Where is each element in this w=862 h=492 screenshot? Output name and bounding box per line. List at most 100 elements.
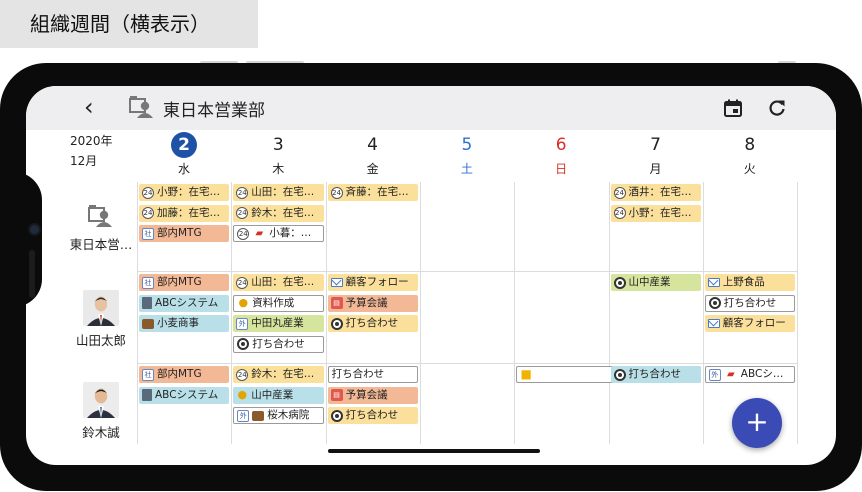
external-icon: 外	[708, 368, 721, 381]
weekday-label: 日	[555, 162, 568, 176]
clock-icon: 24	[236, 186, 249, 199]
calendar-event[interactable]: 24 酒井：在宅…	[610, 184, 701, 201]
chevron-left-icon[interactable]: ‹	[84, 95, 110, 121]
clock-icon: 24	[236, 276, 249, 289]
day-number: 3	[272, 135, 284, 155]
row-header-user[interactable]: 山田太郎	[56, 290, 146, 349]
clock-icon: 24	[613, 207, 626, 219]
event-title: 打ち合わせ	[628, 368, 682, 380]
calendar-event[interactable]: 小麦商事	[139, 315, 230, 332]
external-icon: 外	[236, 317, 249, 330]
event-title: 打ち合わせ	[331, 368, 385, 380]
home-indicator	[328, 449, 540, 453]
event-title: 打ち合わせ	[345, 317, 399, 329]
calendar-event[interactable]: 外 桜木病院	[233, 407, 324, 424]
meeting-icon: 社	[142, 368, 154, 381]
calendar-event[interactable]: 社部内MTG	[139, 225, 230, 242]
calendar-event[interactable]: 打ち合わせ	[704, 294, 796, 312]
calendar-event[interactable]: 24 山田：在宅…	[233, 274, 324, 291]
day-number: 6	[555, 135, 567, 155]
calendar-event[interactable]: 24 小野：在宅…	[139, 184, 230, 201]
calendar-event[interactable]: 打ち合わせ	[327, 315, 418, 332]
page-caption: 組織週間（横表示）	[0, 0, 258, 48]
day-header[interactable]: 6日	[514, 132, 608, 177]
calendar-event[interactable]: ● 山中産業	[233, 386, 324, 404]
event-title: 顧客フォロー	[722, 317, 786, 329]
row-name: 東日本営…	[69, 237, 133, 252]
row-header-department[interactable]: 東日本営…	[56, 202, 146, 253]
year-label: 2020年	[70, 134, 113, 148]
clock-icon: 24	[330, 186, 343, 199]
grid-divider	[137, 271, 798, 272]
event-title: 山中産業	[251, 388, 294, 401]
calendar-event[interactable]: 社部内MTG	[139, 366, 230, 383]
day-header[interactable]: 4金	[326, 132, 420, 177]
calendar-event[interactable]: 打ち合わせ	[327, 366, 418, 383]
event-title: 山中産業	[628, 276, 671, 288]
day-header[interactable]: 7月	[609, 132, 703, 177]
mail-icon	[707, 319, 720, 328]
calendar-event[interactable]: 顧客フォロー	[704, 315, 796, 332]
day-header[interactable]: 2水	[137, 132, 231, 177]
weekday-label: 金	[366, 162, 379, 176]
calendar-event[interactable]: 24 鈴木：在宅…	[233, 366, 324, 383]
calendar-event[interactable]: 24 ▰ 小暮：…	[233, 225, 324, 242]
calendar-event[interactable]: 24 斉藤：在宅…	[327, 184, 418, 201]
target-icon	[708, 297, 721, 309]
day-header[interactable]: 5土	[420, 132, 514, 177]
add-button[interactable]: +	[732, 398, 782, 448]
grid-divider	[608, 182, 610, 444]
target-icon	[330, 409, 343, 422]
refresh-icon[interactable]	[767, 98, 787, 122]
calendar-icon[interactable]	[723, 98, 743, 122]
event-title: 小暮：…	[269, 227, 312, 239]
calendar-event[interactable]: 24 山田：在宅…	[233, 184, 324, 201]
calendar-event[interactable]: ABCシステム	[139, 294, 230, 312]
calendar-event[interactable]: 上野食品	[704, 274, 796, 291]
external-icon: 外	[237, 409, 250, 422]
day-number: 8	[744, 135, 756, 155]
row-header-user[interactable]: 鈴木誠	[56, 382, 146, 441]
day-header[interactable]: 3木	[231, 132, 325, 177]
calendar-event[interactable]: 外 ▰ ABCシ…	[704, 366, 796, 383]
calendar-event[interactable]: 社部内MTG	[139, 274, 230, 291]
calendar-event[interactable]: 打ち合わせ	[610, 366, 701, 383]
event-title: 鈴木：在宅…	[251, 368, 315, 380]
grid-divider	[137, 363, 798, 364]
calendar-event[interactable]: ▤ 予算会議	[327, 294, 418, 312]
grid-divider	[702, 182, 704, 444]
event-title: 部内MTG	[157, 227, 202, 239]
calendar-event[interactable]: 24 加藤：在宅…	[139, 204, 230, 222]
row-name: 山田太郎	[75, 333, 126, 348]
calendar-event[interactable]: ▤ 予算会議	[327, 386, 418, 404]
target-icon	[330, 317, 343, 330]
calendar-small-icon: ▤	[330, 389, 343, 401]
event-title: 中田丸産業	[251, 317, 304, 329]
event-title: 鈴木：在宅…	[251, 206, 315, 219]
lightbulb-icon: ●	[238, 296, 249, 309]
month-label: 12月	[70, 154, 98, 168]
calendar-event[interactable]: 打ち合わせ	[233, 335, 324, 353]
clock-icon: 24	[142, 207, 154, 219]
avatar	[83, 290, 119, 326]
event-title: 顧客フォロー	[345, 276, 409, 288]
calendar-event[interactable]: ● 資料作成	[233, 294, 324, 312]
plus-icon: +	[745, 405, 769, 438]
mail-icon	[330, 278, 343, 287]
calendar-event[interactable]: 24 小野：在宅…	[610, 204, 701, 222]
lock-icon: ■	[520, 366, 532, 381]
document-icon	[142, 297, 152, 309]
group-icon	[86, 202, 116, 230]
calendar-event[interactable]: 山中産業	[610, 274, 701, 291]
calendar-event[interactable]: 打ち合わせ	[327, 407, 418, 424]
event-title: 斉藤：在宅…	[345, 186, 409, 198]
calendar-event[interactable]: 24 鈴木：在宅…	[233, 204, 324, 222]
calendar-event[interactable]: ABCシステム	[139, 386, 230, 404]
day-header[interactable]: 8火	[703, 132, 797, 177]
document-icon	[142, 389, 152, 401]
grid-divider	[231, 182, 233, 444]
calendar-event[interactable]: 外中田丸産業	[233, 315, 324, 332]
group-icon	[128, 93, 156, 125]
calendar-event[interactable]: 顧客フォロー	[327, 274, 418, 291]
app-bar: ‹ 東日本営業部	[26, 86, 836, 130]
